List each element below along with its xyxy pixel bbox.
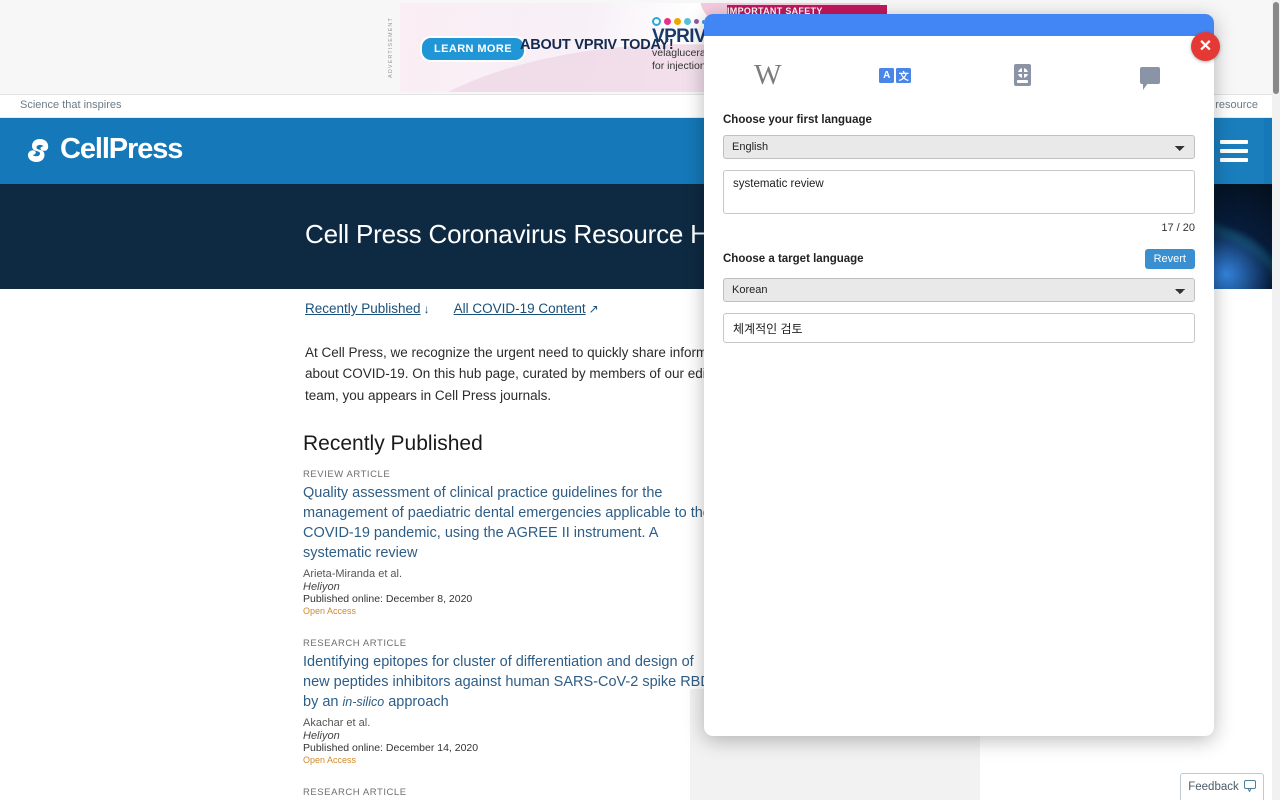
globe-glyph — [1017, 67, 1028, 78]
translated-text-output: 체계적인 검토 — [723, 313, 1195, 343]
tab-comment[interactable] — [1087, 36, 1215, 114]
utility-link-truncated[interactable]: s resource — [1207, 99, 1258, 111]
feedback-button[interactable]: Feedback — [1180, 773, 1264, 800]
intro-paragraph: At Cell Press, we recognize the urgent n… — [305, 345, 737, 403]
section-subnav: Recently Published ↓ All COVID-19 Content… — [305, 301, 599, 316]
ad-headline: ABOUT VPRIV TODAY! — [520, 37, 674, 53]
vpriv-brand-text: VPRIV — [652, 26, 707, 47]
external-link-arrow-icon: ↗ — [588, 302, 599, 316]
modal-title-bar — [704, 14, 1214, 36]
target-language-row: Choose a target language Revert — [723, 249, 1195, 269]
speech-bubble-icon — [1140, 66, 1161, 90]
page-root: ADVERTISEMENT LEARN MORE ABOUT VPRIV TOD… — [0, 0, 1280, 800]
advertisement-label: ADVERTISEMENT — [388, 17, 394, 79]
article-journal: Heliyon — [303, 581, 340, 593]
subnav-link-all-covid-content[interactable]: All COVID-19 Content ↗ — [454, 301, 599, 316]
subnav-label-1: All COVID-19 Content — [453, 301, 586, 316]
modal-tab-bar: W A 文 — [704, 36, 1214, 114]
article-list: REVIEW ARTICLE Quality assessment of cli… — [303, 469, 723, 800]
article-title-link[interactable]: Quality assessment of clinical practice … — [303, 483, 723, 563]
page-scrollbar[interactable] — [1272, 0, 1280, 800]
cellpress-logo-mark — [20, 134, 51, 165]
article-authors: Arieta-Miranda et al. — [303, 568, 403, 580]
translate-icon-latin: A — [879, 67, 895, 83]
article-authors: Akachar et al. — [303, 717, 371, 729]
book-globe-icon — [1014, 64, 1032, 86]
subnav-link-recently-published[interactable]: Recently Published ↓ — [305, 301, 430, 316]
cellpress-logo[interactable]: CellPress — [20, 133, 183, 165]
tab-translate[interactable]: A 文 — [832, 36, 960, 114]
cellpress-logo-text: CellPress — [60, 133, 183, 165]
article-item: RESEARCH ARTICLE — [303, 787, 723, 798]
character-counter: 17 / 20 — [1161, 222, 1195, 234]
article-publish-date: Published online: December 14, 2020 — [303, 742, 479, 754]
tab-wikipedia[interactable]: W — [704, 36, 832, 114]
article-kicker: RESEARCH ARTICLE — [303, 787, 407, 798]
article-journal: Heliyon — [303, 730, 340, 742]
article-item: REVIEW ARTICLE Quality assessment of cli… — [303, 469, 723, 616]
article-title-italic: in-silico — [342, 695, 385, 709]
article-publish-date: Published online: December 8, 2020 — [303, 593, 473, 605]
article-kicker: REVIEW ARTICLE — [303, 469, 391, 480]
translation-extension-modal: ✕ W A 文 Choose your first language Engli… — [704, 14, 1220, 736]
down-arrow-icon: ↓ — [423, 302, 430, 316]
source-language-label: Choose your first language — [723, 114, 872, 126]
target-language-label: Choose a target language — [723, 253, 864, 265]
article-kicker: RESEARCH ARTICLE — [303, 638, 407, 649]
feedback-label: Feedback — [1188, 781, 1239, 793]
target-language-select[interactable]: Korean — [723, 278, 1195, 302]
article-title-link[interactable]: Identifying epitopes for cluster of diff… — [303, 652, 723, 712]
subnav-label-0: Recently Published — [305, 301, 421, 316]
article-open-access-badge: Open Access — [303, 606, 357, 616]
scrollbar-thumb[interactable] — [1273, 2, 1279, 94]
page-title: Cell Press Coronavirus Resource Hub — [305, 219, 738, 249]
article-open-access-badge: Open Access — [303, 755, 357, 765]
article-title-tail: approach — [388, 694, 449, 710]
source-language-select[interactable]: English — [723, 135, 1195, 159]
section-heading: Recently Published — [303, 432, 483, 455]
translate-icon: A 文 — [879, 67, 912, 83]
article-item: RESEARCH ARTICLE Identifying epitopes fo… — [303, 638, 723, 765]
site-tagline: Science that inspires — [20, 99, 122, 111]
translate-icon-cjk: 文 — [896, 67, 912, 83]
speech-bubble-icon — [1243, 779, 1256, 795]
revert-button[interactable]: Revert — [1144, 249, 1195, 269]
source-text-input[interactable] — [723, 170, 1195, 214]
book-line-glyph — [1017, 79, 1029, 83]
wikipedia-icon: W — [754, 58, 782, 91]
modal-body: Choose your first language English 17 / … — [704, 114, 1214, 343]
ad-learn-more-button[interactable]: LEARN MORE — [420, 36, 526, 62]
tab-dictionary[interactable] — [959, 36, 1087, 114]
